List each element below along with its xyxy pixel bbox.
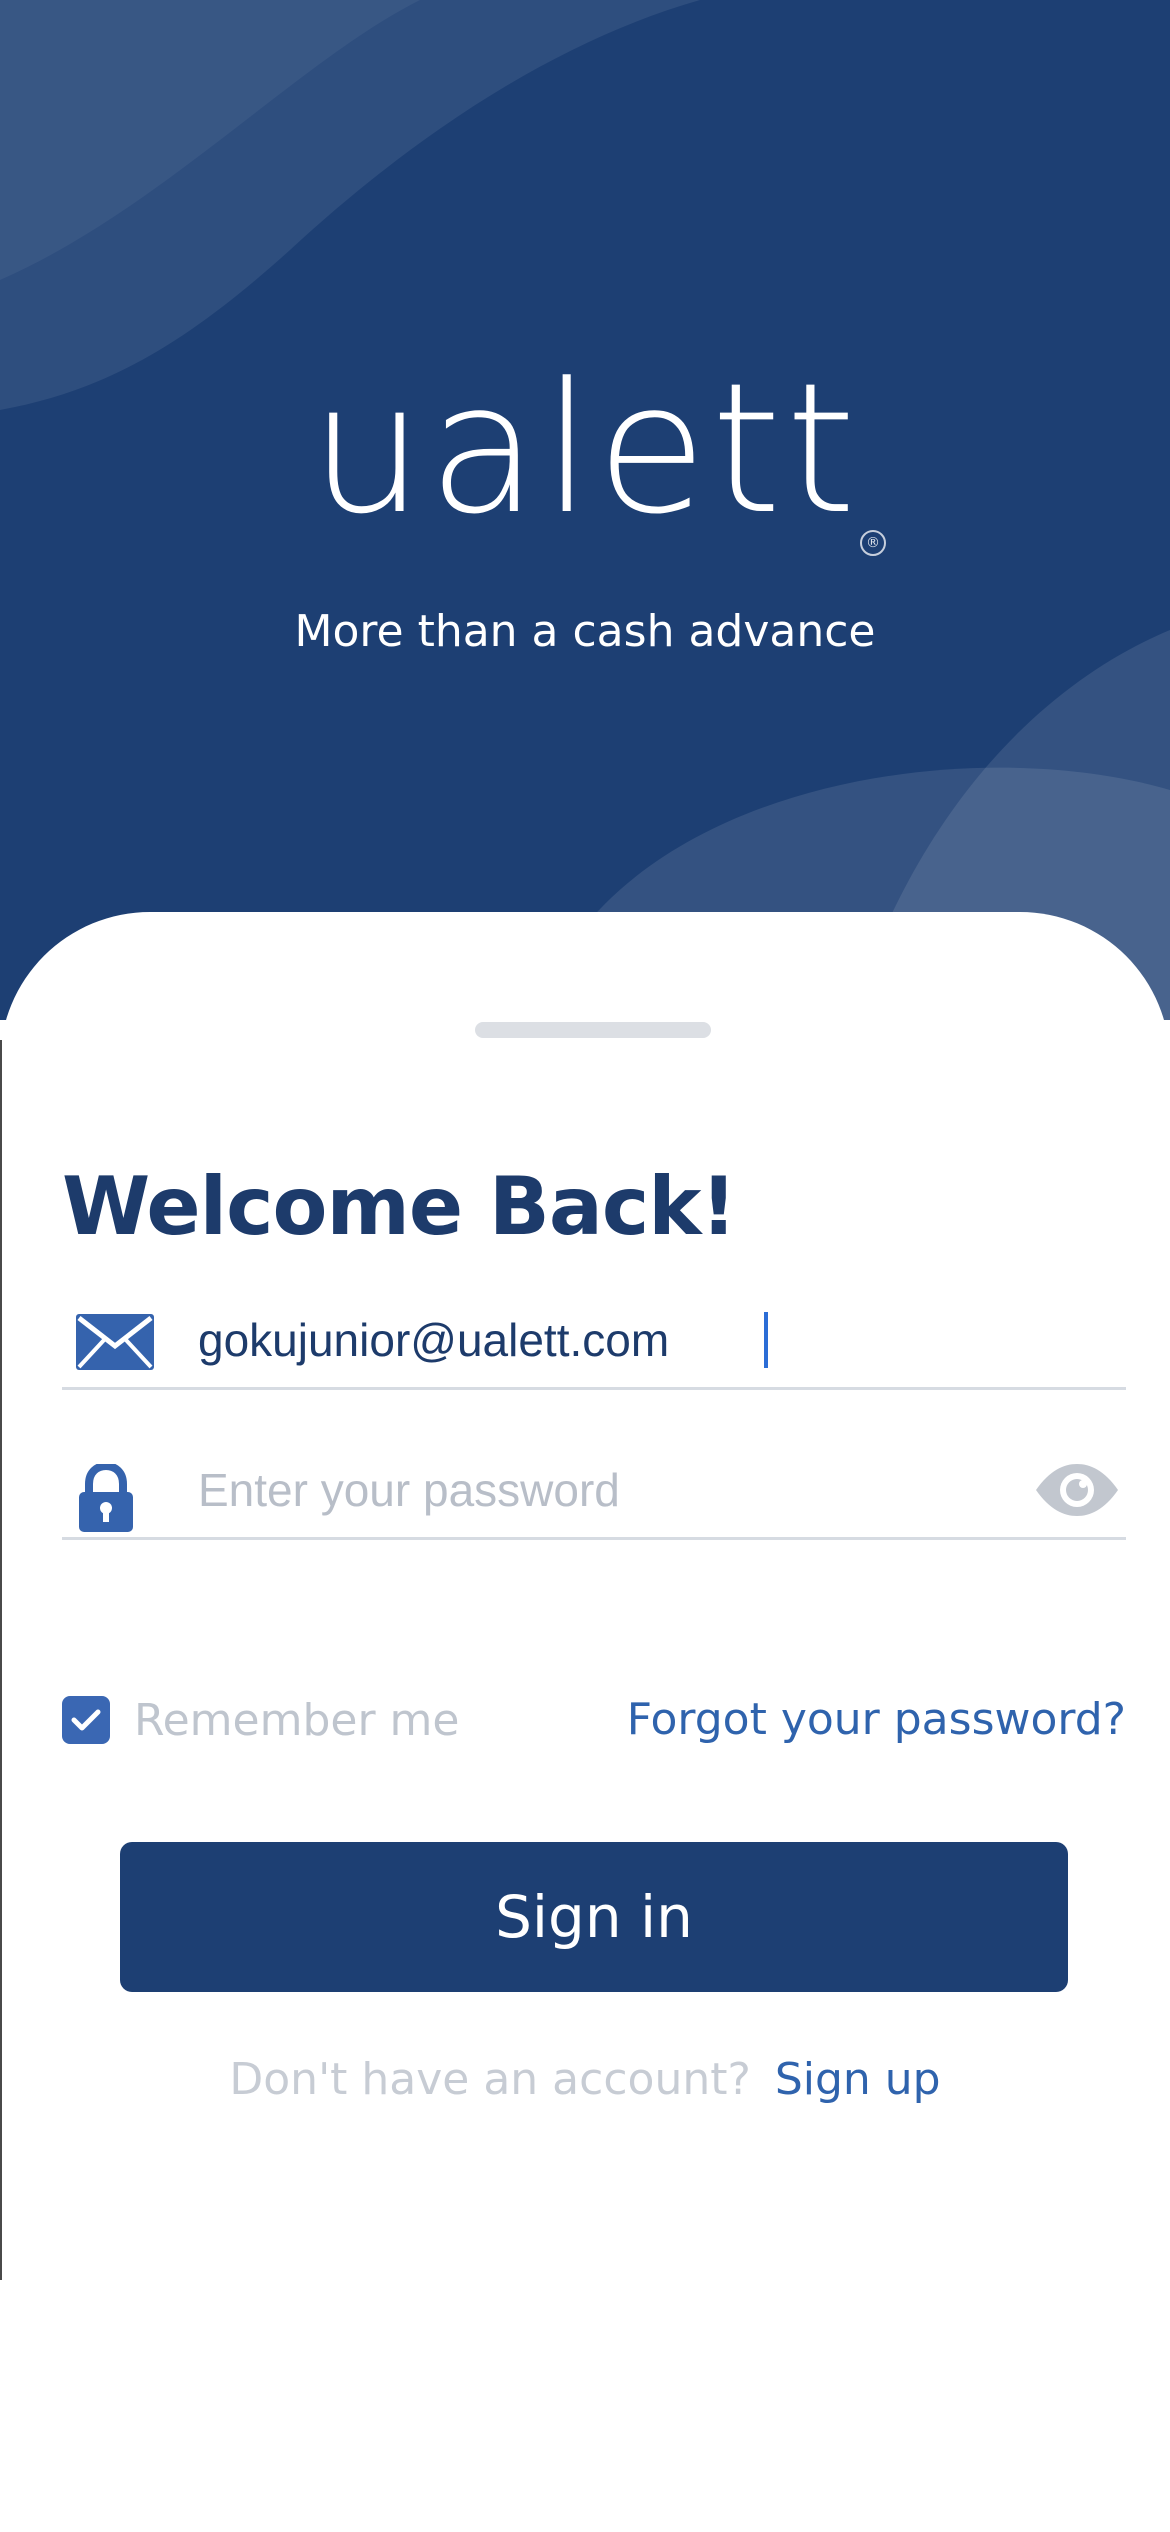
login-screen: ualett ® More than a cash advance Welcom… (0, 0, 1170, 2532)
eye-icon[interactable] (1034, 1462, 1120, 1523)
signup-prompt: Don't have an account? (229, 2054, 751, 2105)
brand-logo: ualett (309, 345, 861, 554)
email-input[interactable] (198, 1310, 1058, 1370)
envelope-icon (76, 1314, 154, 1375)
hero-banner: ualett ® More than a cash advance (0, 0, 1170, 1020)
signup-row: Don't have an account? Sign up (0, 2054, 1170, 2105)
sheet-grabber-handle[interactable] (475, 1022, 711, 1038)
remember-me-label: Remember me (134, 1694, 460, 1746)
forgot-password-link[interactable]: Forgot your password? (627, 1690, 1126, 1750)
email-field (62, 1290, 1126, 1390)
sign-up-link[interactable]: Sign up (775, 2054, 941, 2105)
sign-in-button[interactable]: Sign in (120, 1842, 1068, 1992)
page-title: Welcome Back! (62, 1160, 737, 1253)
text-cursor (764, 1312, 768, 1368)
checkmark-icon (71, 1709, 101, 1731)
lock-icon (76, 1461, 136, 1537)
password-input[interactable] (198, 1460, 1058, 1520)
brand-tagline: More than a cash advance (294, 606, 876, 657)
remember-me-toggle[interactable]: Remember me (62, 1690, 459, 1750)
registered-trademark: ® (860, 530, 886, 556)
password-field (62, 1440, 1126, 1540)
remember-me-checkbox[interactable] (62, 1696, 110, 1744)
